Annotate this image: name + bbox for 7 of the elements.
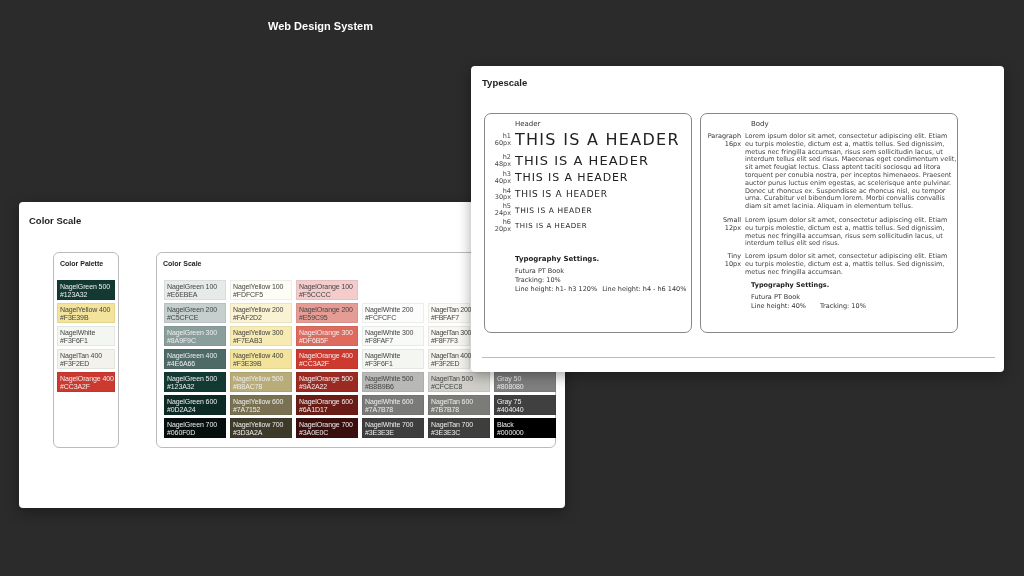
artboard-title: Typescale xyxy=(482,77,528,88)
header-sample: THIS IS A HEADER xyxy=(515,189,608,200)
header-sample: THIS IS A HEADER xyxy=(515,130,680,149)
header-sample: THIS IS A HEADER xyxy=(515,171,629,185)
artboard-title: Color Scale xyxy=(29,215,82,226)
canvas-title: Web Design System xyxy=(268,20,373,32)
header-sample: THIS IS A HEADER xyxy=(515,153,649,168)
